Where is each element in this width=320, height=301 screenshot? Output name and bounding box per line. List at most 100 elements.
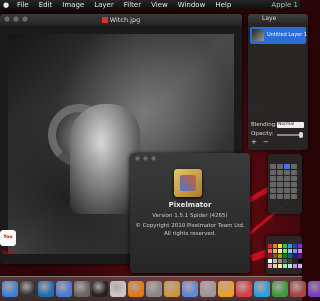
tool-button[interactable] <box>277 170 283 175</box>
about-zoom-button[interactable] <box>151 156 156 161</box>
tool-button[interactable] <box>277 188 283 193</box>
skype-icon[interactable] <box>254 281 270 297</box>
color-swatch[interactable] <box>273 264 277 268</box>
pixelmator-icon[interactable] <box>164 281 180 297</box>
layer-row[interactable]: Untitled Layer 1 <box>250 27 307 44</box>
tool-button[interactable] <box>284 188 290 193</box>
itunes-icon[interactable] <box>56 281 72 297</box>
folder-icon[interactable] <box>182 281 198 297</box>
tool-button[interactable] <box>284 194 290 199</box>
color-swatch[interactable] <box>268 249 272 253</box>
tool-button[interactable] <box>291 182 297 187</box>
tool-button[interactable] <box>291 170 297 175</box>
finder-icon[interactable] <box>2 281 18 297</box>
color-swatch[interactable] <box>283 244 287 248</box>
color-swatch[interactable] <box>288 249 292 253</box>
about-window-controls <box>135 156 156 161</box>
color-swatch[interactable] <box>273 259 277 263</box>
color-swatch[interactable] <box>298 249 302 253</box>
tool-button[interactable] <box>270 188 276 193</box>
color-swatch[interactable] <box>278 249 282 253</box>
menu-layer[interactable]: Layer <box>89 0 119 10</box>
color-swatch[interactable] <box>293 264 297 268</box>
color-swatch[interactable] <box>293 249 297 253</box>
color-swatch[interactable] <box>298 254 302 258</box>
ball-icon[interactable] <box>92 281 108 297</box>
tool-button[interactable] <box>277 194 283 199</box>
color-swatch[interactable] <box>283 259 287 263</box>
color-swatch[interactable] <box>288 259 292 263</box>
color-swatch[interactable] <box>288 244 292 248</box>
about-close-button[interactable] <box>135 156 140 161</box>
color-swatch[interactable] <box>283 264 287 268</box>
window-titlebar[interactable]: Witch.jpg <box>0 14 242 26</box>
clock-icon[interactable] <box>110 281 126 297</box>
color-swatch[interactable] <box>298 244 302 248</box>
tool-button[interactable] <box>270 176 276 181</box>
color-swatch[interactable] <box>278 254 282 258</box>
tool-button[interactable] <box>291 188 297 193</box>
color-swatch[interactable] <box>283 249 287 253</box>
speaker-icon[interactable] <box>74 281 90 297</box>
menu-edit[interactable]: Edit <box>34 0 58 10</box>
blending-select[interactable]: Normal <box>277 122 304 128</box>
color-swatch[interactable] <box>278 259 282 263</box>
color-swatch[interactable] <box>268 254 272 258</box>
apple-menu-icon[interactable]: ● <box>0 0 12 10</box>
dashboard-icon[interactable] <box>20 281 36 297</box>
color-swatch[interactable] <box>293 259 297 263</box>
chrome-icon[interactable] <box>272 281 288 297</box>
tool-button[interactable] <box>277 182 283 187</box>
menu-file[interactable]: File <box>12 0 34 10</box>
menu-window[interactable]: Window <box>173 0 211 10</box>
color-swatch[interactable] <box>268 244 272 248</box>
color-swatch[interactable] <box>273 254 277 258</box>
youtube-icon[interactable]: You Tube <box>0 230 16 256</box>
menu-filter[interactable]: Filter <box>119 0 146 10</box>
trash-icon[interactable] <box>146 281 162 297</box>
tool-button[interactable] <box>270 194 276 199</box>
menu-image[interactable]: Image <box>57 0 89 10</box>
status-text[interactable]: Apple 1 <box>271 0 298 10</box>
color-swatch[interactable] <box>298 259 302 263</box>
wifi-icon[interactable] <box>218 281 234 297</box>
color-swatch[interactable] <box>273 244 277 248</box>
tool-button[interactable] <box>291 194 297 199</box>
color-swatch[interactable] <box>288 264 292 268</box>
color-swatch[interactable] <box>293 254 297 258</box>
color-swatch[interactable] <box>268 264 272 268</box>
tool-button[interactable] <box>270 164 276 169</box>
tool-button[interactable] <box>291 176 297 181</box>
tool-button[interactable] <box>284 170 290 175</box>
color-swatch[interactable] <box>293 244 297 248</box>
color-swatch[interactable] <box>278 264 282 268</box>
tool-button[interactable] <box>284 182 290 187</box>
color-swatch[interactable] <box>283 254 287 258</box>
color-swatch[interactable] <box>273 249 277 253</box>
camera-icon[interactable] <box>200 281 216 297</box>
remove-layer-button[interactable]: − <box>263 138 269 146</box>
tool-button[interactable] <box>277 164 283 169</box>
opacity-slider[interactable] <box>277 132 303 138</box>
menu-view[interactable]: View <box>146 0 173 10</box>
sync-icon[interactable] <box>236 281 252 297</box>
layers-panel-title[interactable]: Laye <box>248 14 308 23</box>
photos-icon[interactable] <box>290 281 306 297</box>
music-icon[interactable] <box>308 281 320 297</box>
globe-icon[interactable] <box>38 281 54 297</box>
color-swatch[interactable] <box>288 254 292 258</box>
tool-button[interactable] <box>284 164 290 169</box>
color-swatch[interactable] <box>298 264 302 268</box>
vlc-icon[interactable] <box>128 281 144 297</box>
menu-help[interactable]: Help <box>210 0 236 10</box>
color-swatch[interactable] <box>278 244 282 248</box>
tool-button[interactable] <box>277 176 283 181</box>
tool-button[interactable] <box>270 182 276 187</box>
tool-button[interactable] <box>291 164 297 169</box>
opacity-slider-thumb[interactable] <box>299 132 303 138</box>
about-minimize-button[interactable] <box>143 156 148 161</box>
color-swatch[interactable] <box>268 259 272 263</box>
tool-button[interactable] <box>284 176 290 181</box>
add-layer-button[interactable]: + <box>251 138 257 146</box>
tool-button[interactable] <box>270 170 276 175</box>
